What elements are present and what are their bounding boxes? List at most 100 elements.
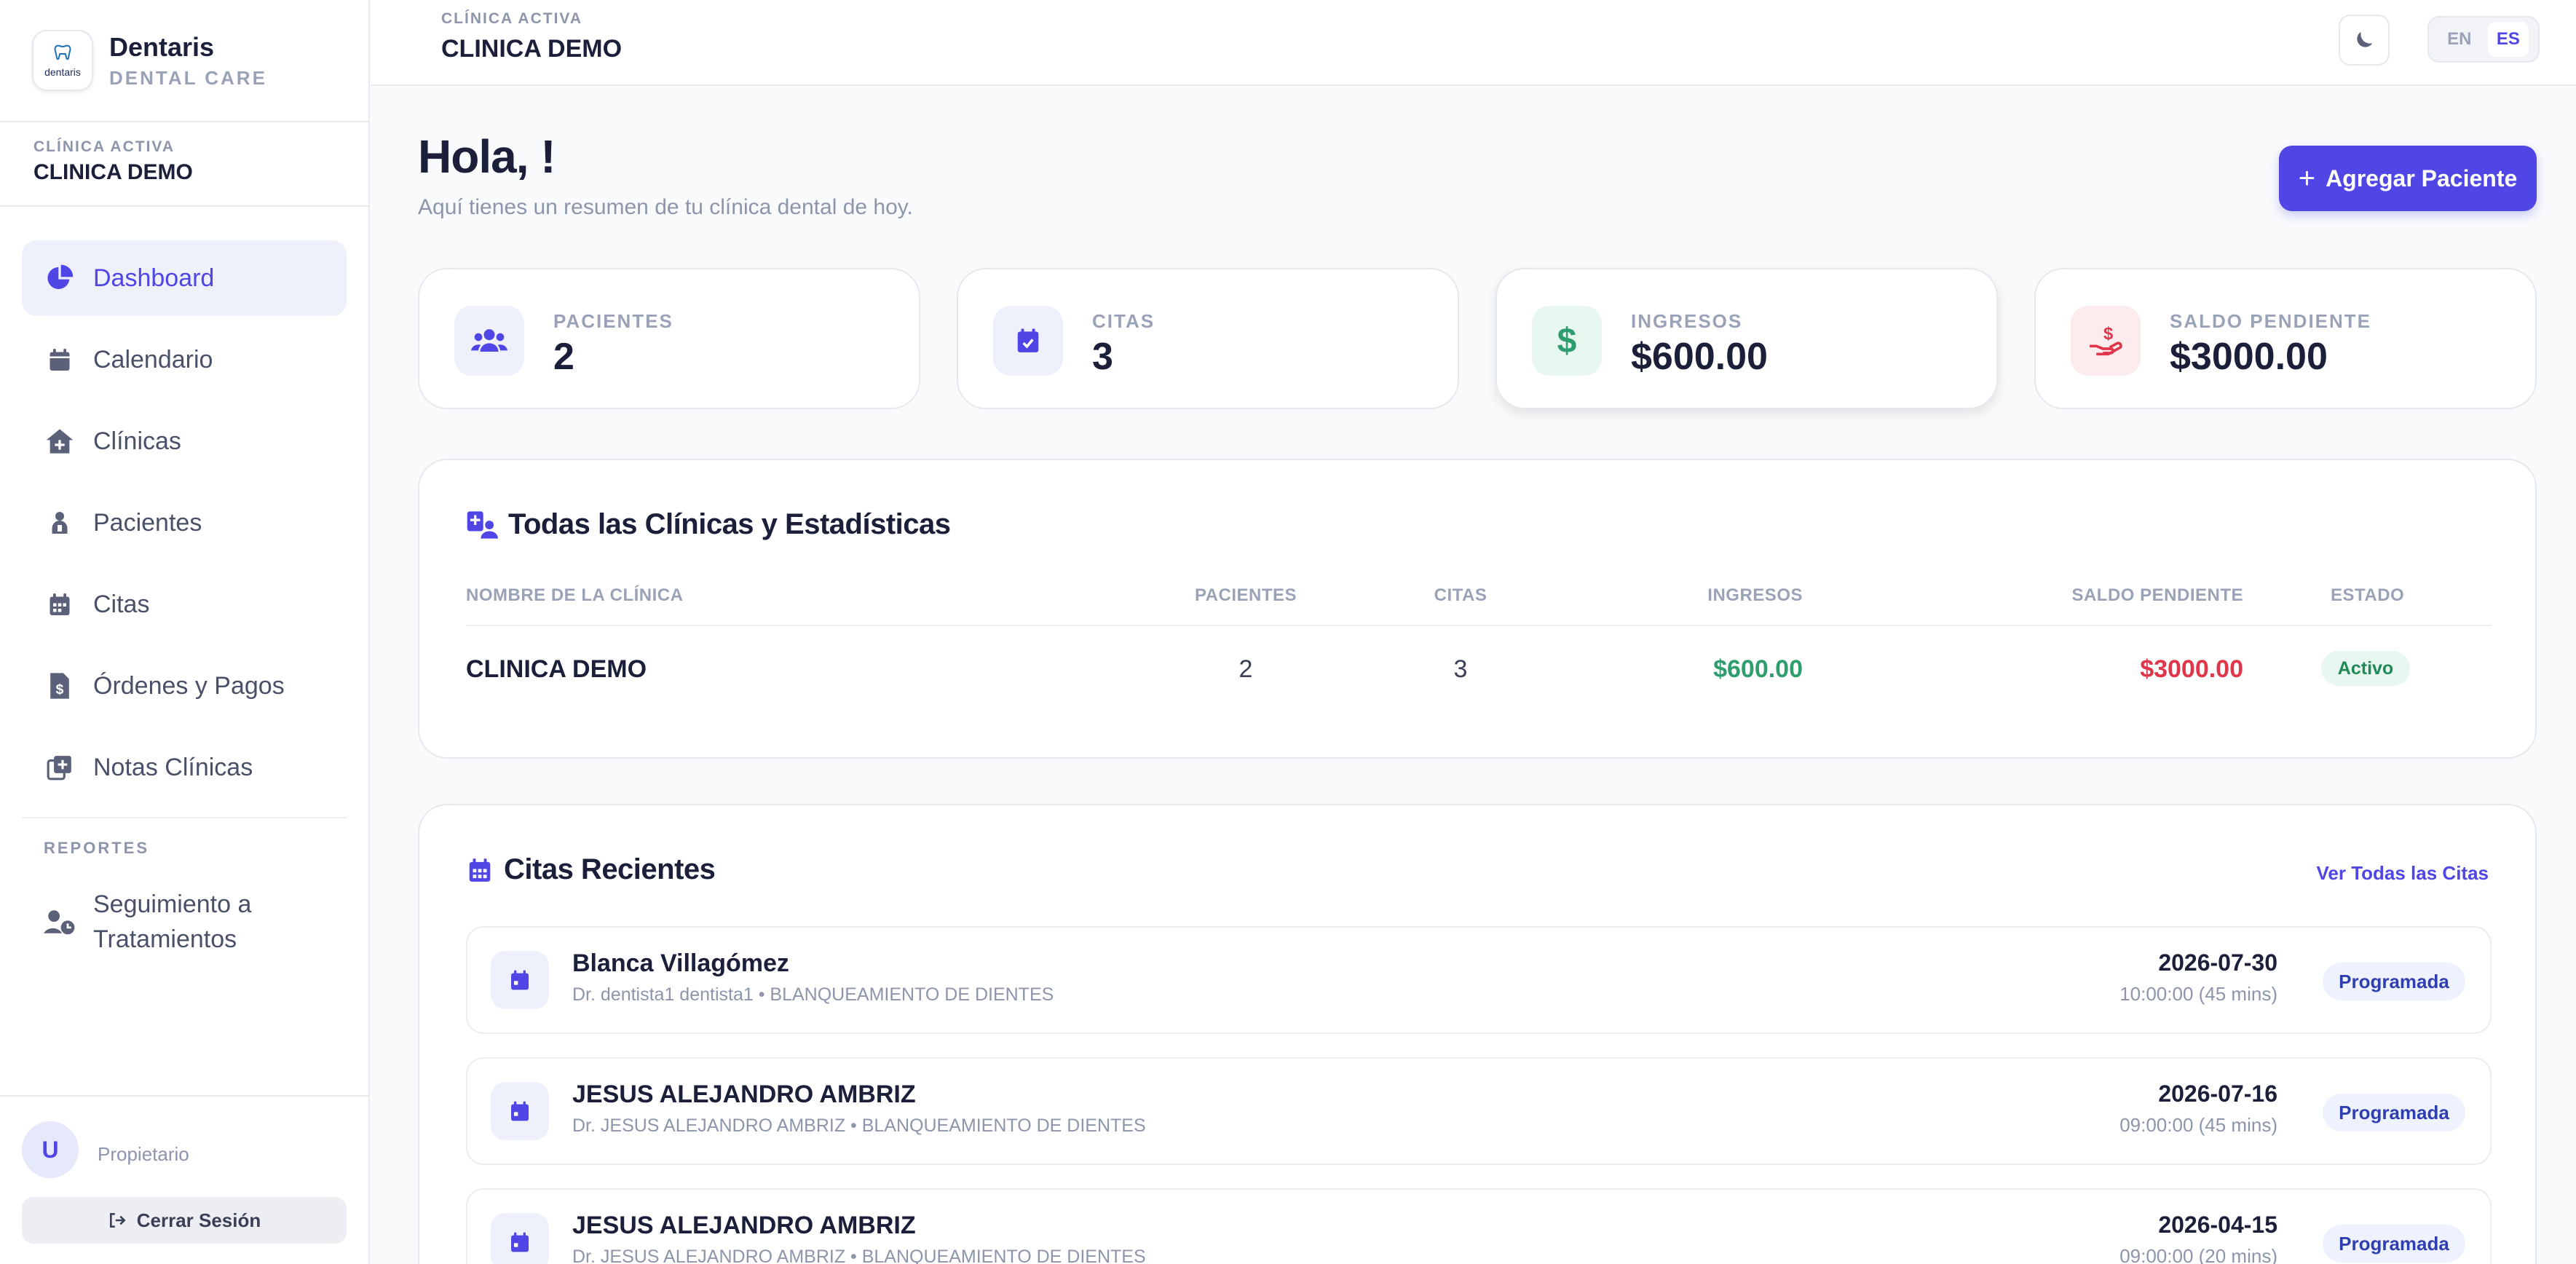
- calendar-icon: [491, 1213, 549, 1264]
- brand-logo: dentaris: [32, 30, 93, 91]
- appointments-panel-title-text: Citas Recientes: [504, 853, 716, 885]
- clinics-stats-panel: Todas las Clínicas y Estadísticas NOMBRE…: [418, 459, 2537, 759]
- page-title: Hola, !: [418, 130, 556, 183]
- logout-icon: [109, 1213, 126, 1228]
- stat-value: 3: [1092, 336, 1113, 378]
- view-all-appointments-link[interactable]: Ver Todas las Citas: [2316, 862, 2489, 885]
- cell-patients: 2: [1238, 655, 1253, 683]
- nav-section-reportes: REPORTES: [44, 839, 150, 857]
- sidebar-item-calendario[interactable]: Calendario: [22, 322, 347, 398]
- appointment-date: 2026-07-30: [2158, 949, 2277, 976]
- col-header-clinic-name: NOMBRE DE LA CLÍNICA: [466, 585, 684, 605]
- calendar-icon: [44, 344, 76, 376]
- cell-clinic-name: CLINICA DEMO: [466, 655, 647, 683]
- hand-dollar-icon: $: [2071, 306, 2141, 376]
- active-clinic: CLÍNICA ACTIVA CLINICA DEMO: [0, 122, 368, 207]
- tooth-icon: [54, 44, 71, 60]
- notes-plus-icon: [44, 751, 76, 783]
- sidebar: dentaris Dentaris DENTAL CARE CLÍNICA AC…: [0, 0, 370, 1264]
- sidebar-item-notas-clinicas[interactable]: Notas Clínicas: [22, 730, 347, 805]
- appointment-patient: JESUS ALEJANDRO AMBRIZ: [572, 1212, 916, 1239]
- stat-label: INGRESOS: [1631, 310, 1743, 332]
- appointments-panel-title: Citas Recientes: [466, 853, 716, 886]
- svg-text:$: $: [56, 682, 64, 698]
- stat-label: CITAS: [1092, 310, 1155, 332]
- stat-label: SALDO PENDIENTE: [2170, 310, 2372, 332]
- status-badge: Activo: [2321, 651, 2410, 686]
- users-icon: [454, 306, 524, 376]
- moon-icon: [2357, 31, 2373, 47]
- appointment-detail: Dr. JESUS ALEJANDRO AMBRIZ • BLANQUEAMIE…: [572, 1247, 1146, 1264]
- brand[interactable]: dentaris Dentaris DENTAL CARE: [0, 0, 368, 122]
- sidebar-item-label: Dashboard: [93, 264, 215, 292]
- col-header-patients: PACIENTES: [1194, 585, 1297, 605]
- sidebar-nav: Dashboard Calendario Clínicas Pacientes …: [22, 240, 347, 971]
- lang-en-button[interactable]: EN: [2438, 22, 2480, 57]
- appointment-patient: JESUS ALEJANDRO AMBRIZ: [572, 1081, 916, 1108]
- logout-label: Cerrar Sesión: [136, 1209, 261, 1231]
- sidebar-item-seguimiento-tratamientos[interactable]: Seguimiento a Tratamientos: [22, 878, 347, 965]
- sidebar-item-label: Seguimiento a: [93, 890, 252, 918]
- sidebar-item-label: Órdenes y Pagos: [93, 671, 285, 700]
- sidebar-item-clinicas[interactable]: Clínicas: [22, 403, 347, 479]
- sidebar-item-label: Tratamientos: [93, 925, 237, 953]
- pie-chart-icon: [44, 262, 76, 294]
- topbar-clinic-label: CLÍNICA ACTIVA: [441, 10, 583, 27]
- appointment-detail: Dr. dentista1 dentista1 • BLANQUEAMIENTO…: [572, 984, 1054, 1005]
- sidebar-item-ordenes-pagos[interactable]: $ Órdenes y Pagos: [22, 648, 347, 724]
- col-header-income: INGRESOS: [1707, 585, 1803, 605]
- stat-card-pending-balance: $ SALDO PENDIENTE $3000.00: [2034, 268, 2537, 409]
- page-subtitle: Aquí tienes un resumen de tu clínica den…: [418, 195, 913, 219]
- topbar: CLÍNICA ACTIVA CLINICA DEMO EN ES: [371, 0, 2576, 86]
- active-clinic-name: CLINICA DEMO: [33, 160, 193, 184]
- invoice-dollar-icon: $: [44, 670, 76, 702]
- appointment-detail: Dr. JESUS ALEJANDRO AMBRIZ • BLANQUEAMIE…: [572, 1115, 1146, 1136]
- theme-toggle-button[interactable]: [2339, 15, 2390, 66]
- sidebar-footer: U Propietario Cerrar Sesión: [0, 1095, 370, 1264]
- appointment-time: 09:00:00 (20 mins): [2119, 1245, 2277, 1264]
- svg-text:$: $: [2103, 325, 2113, 344]
- nav-divider: [22, 817, 347, 818]
- sidebar-item-pacientes[interactable]: Pacientes: [22, 485, 347, 561]
- appointment-time: 10:00:00 (45 mins): [2119, 983, 2277, 1005]
- sidebar-item-label: Calendario: [93, 345, 213, 374]
- clinics-panel-title-text: Todas las Clínicas y Estadísticas: [508, 508, 951, 540]
- col-header-status: ESTADO: [2331, 585, 2405, 605]
- language-switcher: EN ES: [2427, 16, 2540, 63]
- sidebar-item-citas[interactable]: Citas: [22, 566, 347, 642]
- clinics-panel-title: Todas las Clínicas y Estadísticas: [466, 508, 951, 541]
- lang-es-button[interactable]: ES: [2487, 22, 2529, 57]
- col-header-appointments: CITAS: [1434, 585, 1487, 605]
- sidebar-item-dashboard[interactable]: Dashboard: [22, 240, 347, 316]
- list-item[interactable]: Blanca Villagómez Dr. dentista1 dentista…: [466, 926, 2492, 1034]
- calendar-grid-icon: [469, 858, 491, 882]
- logo-text: dentaris: [44, 66, 81, 78]
- sidebar-item-label: Notas Clínicas: [93, 753, 253, 781]
- active-clinic-label: CLÍNICA ACTIVA: [33, 138, 175, 155]
- stat-card-appointments: CITAS 3: [957, 268, 1459, 409]
- table-divider: [466, 625, 2492, 626]
- user-role: Propietario: [98, 1143, 189, 1165]
- appointment-patient: Blanca Villagómez: [572, 949, 789, 977]
- col-header-pending: SALDO PENDIENTE: [2071, 585, 2243, 605]
- sidebar-item-label: Clínicas: [93, 427, 181, 455]
- stat-card-patients: PACIENTES 2: [418, 268, 920, 409]
- brand-subtitle: DENTAL CARE: [109, 66, 267, 89]
- list-item[interactable]: JESUS ALEJANDRO AMBRIZ Dr. JESUS ALEJAND…: [466, 1188, 2492, 1264]
- list-item[interactable]: JESUS ALEJANDRO AMBRIZ Dr. JESUS ALEJAND…: [466, 1057, 2492, 1165]
- stat-value: $600.00: [1631, 336, 1768, 378]
- add-patient-label: Agregar Paciente: [2326, 165, 2518, 191]
- calendar-icon: [491, 951, 549, 1009]
- logout-button[interactable]: Cerrar Sesión: [22, 1197, 347, 1244]
- avatar[interactable]: U: [22, 1121, 79, 1178]
- user-clock-icon: [44, 906, 76, 938]
- stat-label: PACIENTES: [553, 310, 673, 332]
- plus-icon: +: [2298, 162, 2316, 194]
- add-patient-button[interactable]: + Agregar Paciente: [2279, 146, 2537, 211]
- dollar-icon: $: [1532, 306, 1602, 376]
- appointment-date: 2026-07-16: [2158, 1081, 2277, 1107]
- topbar-clinic-name: CLINICA DEMO: [441, 35, 623, 63]
- calendar-grid-icon: [44, 588, 76, 620]
- sidebar-item-label: Citas: [93, 590, 150, 618]
- stat-card-income: $ INGRESOS $600.00: [1496, 268, 1998, 409]
